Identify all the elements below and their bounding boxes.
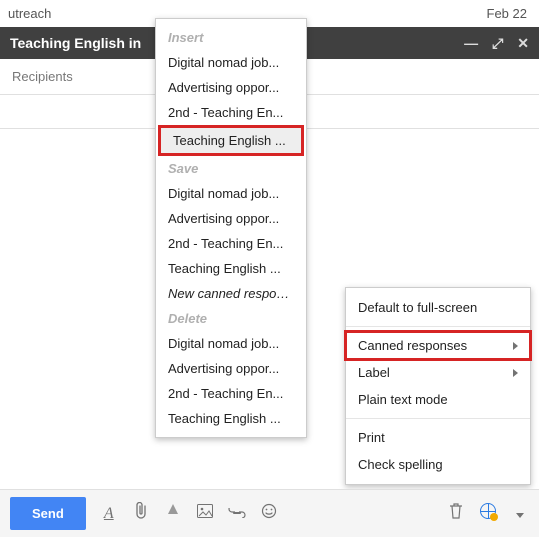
canned-section-save: Save [156, 156, 306, 181]
menu-canned-responses[interactable]: Canned responses [346, 332, 530, 359]
menu-divider [346, 418, 530, 419]
canned-insert-teaching[interactable]: Teaching English ... [161, 128, 301, 153]
canned-save-teaching[interactable]: Teaching English ... [156, 256, 306, 281]
menu-check-spelling[interactable]: Check spelling [346, 451, 530, 478]
input-tools-icon[interactable] [479, 503, 497, 524]
attach-icon[interactable] [132, 502, 150, 525]
canned-delete-second[interactable]: 2nd - Teaching En... [156, 381, 306, 406]
compose-title: Teaching English in [10, 35, 141, 51]
emoji-icon[interactable] [260, 503, 278, 524]
canned-delete-digital[interactable]: Digital nomad job... [156, 331, 306, 356]
canned-insert-digital[interactable]: Digital nomad job... [156, 50, 306, 75]
canned-section-insert: Insert [156, 25, 306, 50]
canned-responses-submenu: Insert Digital nomad job... Advertising … [155, 18, 307, 438]
chevron-right-icon [513, 369, 518, 377]
canned-insert-second[interactable]: 2nd - Teaching En... [156, 100, 306, 125]
canned-section-delete: Delete [156, 306, 306, 331]
format-icon[interactable]: A [100, 505, 118, 523]
canned-delete-teaching[interactable]: Teaching English ... [156, 406, 306, 431]
canned-insert-advertising[interactable]: Advertising oppor... [156, 75, 306, 100]
menu-plain-text[interactable]: Plain text mode [346, 386, 530, 413]
compose-more-menu: Default to full-screen Canned responses … [345, 287, 531, 485]
menu-default-fullscreen[interactable]: Default to full-screen [346, 294, 530, 321]
menu-divider [346, 326, 530, 327]
menu-print[interactable]: Print [346, 424, 530, 451]
link-icon[interactable] [228, 505, 246, 523]
close-icon[interactable]: ✕ [517, 35, 529, 52]
canned-delete-advertising[interactable]: Advertising oppor... [156, 356, 306, 381]
mail-subject-fragment: utreach [8, 6, 51, 21]
canned-save-digital[interactable]: Digital nomad job... [156, 181, 306, 206]
send-button[interactable]: Send [10, 497, 86, 530]
mail-date: Feb 22 [487, 6, 527, 21]
trash-icon[interactable] [447, 503, 465, 524]
menu-label[interactable]: Label [346, 359, 530, 386]
expand-icon[interactable]: ⤢ [492, 35, 503, 52]
canned-new-response[interactable]: New canned response... [156, 281, 306, 306]
minimize-icon[interactable]: — [464, 35, 478, 51]
photo-icon[interactable] [196, 504, 214, 523]
canned-save-second[interactable]: 2nd - Teaching En... [156, 231, 306, 256]
chevron-right-icon [513, 342, 518, 350]
more-options-button[interactable] [511, 505, 529, 523]
recipients-placeholder: Recipients [12, 69, 73, 84]
compose-toolbar: Send A [0, 489, 539, 537]
canned-save-advertising[interactable]: Advertising oppor... [156, 206, 306, 231]
drive-icon[interactable] [164, 504, 182, 523]
